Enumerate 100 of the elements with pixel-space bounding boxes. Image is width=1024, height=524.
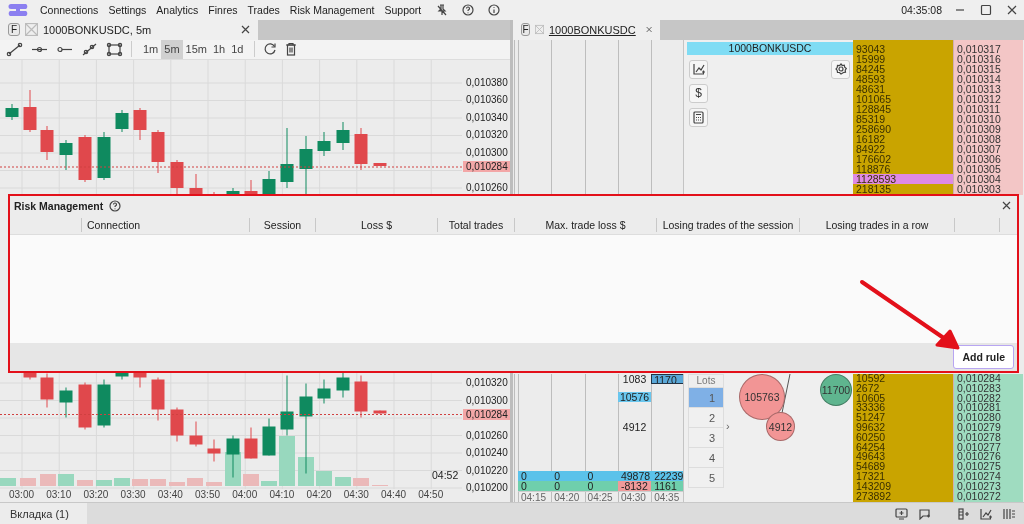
- volume-cell: 1128593: [853, 173, 953, 184]
- lots-title: Lots: [695, 375, 717, 388]
- column-header[interactable]: Max. trade loss $: [515, 217, 657, 232]
- volume-cell-text: 143209: [855, 481, 893, 492]
- price-cell-text: 0,010280: [956, 413, 1002, 424]
- help-icon[interactable]: [109, 199, 122, 212]
- volume-cell-text: 85319: [855, 113, 886, 124]
- close-icon[interactable]: [1006, 4, 1018, 16]
- flag-badge[interactable]: F: [521, 23, 530, 37]
- dialog-title: Risk Management: [14, 199, 104, 212]
- volume-cell-text: 10592: [855, 374, 887, 384]
- price-label: 0,010320: [466, 129, 508, 141]
- pin-icon[interactable]: [436, 4, 449, 16]
- timeframe-button[interactable]: 1m: [140, 39, 162, 59]
- column-header[interactable]: Losing trades in a row: [800, 217, 955, 232]
- column-header[interactable]: Connection: [82, 217, 250, 232]
- volume-bar: [206, 482, 222, 487]
- maximize-icon[interactable]: [980, 4, 992, 16]
- menu-item[interactable]: Settings: [103, 1, 152, 19]
- candle: [207, 439, 221, 463]
- settings-button[interactable]: [831, 59, 850, 79]
- add-chat-icon[interactable]: [918, 507, 931, 520]
- currency-button[interactable]: $: [689, 83, 708, 103]
- menu-item[interactable]: Trades: [242, 1, 285, 19]
- price-cell-text: 0,010275: [956, 462, 1002, 472]
- candle: [151, 129, 165, 174]
- flag-badge[interactable]: F: [8, 23, 20, 37]
- price-cell-text: 0,010309: [956, 123, 1002, 134]
- total-cell: 0: [551, 471, 585, 482]
- tab-label[interactable]: 1000BONKUSDC, 5m: [43, 23, 152, 36]
- trash-icon[interactable]: [285, 42, 298, 57]
- close-icon[interactable]: [241, 25, 250, 35]
- price-cell-text: 0,010305: [956, 163, 1002, 174]
- candle: [244, 427, 258, 460]
- price-cell-text: 0,010312: [956, 93, 1002, 104]
- time-label: 03:40: [157, 489, 183, 501]
- cluster-cell: 10576: [617, 392, 652, 403]
- total-cell: 49878: [617, 471, 652, 482]
- countdown-label: 04:52: [432, 469, 459, 482]
- timeframe-button[interactable]: 1d: [228, 39, 247, 59]
- menu-item[interactable]: Support: [379, 1, 427, 19]
- add-chart-button[interactable]: [689, 59, 708, 79]
- candle: [170, 407, 184, 443]
- add-rule-button[interactable]: Add rule: [953, 345, 1014, 369]
- candle: [151, 377, 165, 422]
- trend-line-icon[interactable]: [81, 41, 98, 57]
- chart-plus-icon[interactable]: [980, 507, 993, 520]
- column-header[interactable]: Session: [250, 217, 316, 232]
- candle: [170, 159, 184, 195]
- total-cell: 0: [518, 481, 552, 492]
- candle: [5, 103, 19, 121]
- timeframe-button[interactable]: 15m: [182, 39, 210, 59]
- candle: [133, 107, 147, 141]
- candle: [115, 109, 129, 133]
- rectangle-tool-icon[interactable]: [106, 41, 123, 57]
- price-cell-text: 0,010272: [956, 491, 1002, 502]
- workspace-tab[interactable]: Вкладка (1): [0, 503, 87, 524]
- last-price-label: 0,010284: [463, 160, 510, 172]
- settings-icon: [834, 63, 847, 76]
- time-label: 04:30: [343, 489, 369, 501]
- column-header[interactable]: Losing trades of the session: [657, 217, 800, 232]
- candle: [59, 387, 73, 419]
- menu-item[interactable]: Analytics: [151, 1, 204, 19]
- total-cell: -8132: [617, 481, 652, 492]
- volume-cell-text: 54689: [855, 462, 887, 472]
- price-cell-text: 0,010282: [956, 393, 1002, 404]
- candle: [40, 373, 54, 409]
- refresh-icon[interactable]: [263, 42, 278, 57]
- column-header[interactable]: Loss $: [316, 217, 438, 232]
- timeframe-button[interactable]: 1h: [209, 39, 229, 59]
- candle: [299, 135, 313, 195]
- price-cell-text: 0,010273: [956, 481, 1002, 492]
- column-header[interactable]: Total trades: [438, 217, 515, 232]
- menu-item[interactable]: Connections: [35, 1, 104, 19]
- expand-toggle[interactable]: ›: [726, 420, 730, 433]
- menu-item[interactable]: Finres: [203, 1, 243, 19]
- tab-label[interactable]: 1000BONKUSDC: [548, 23, 636, 36]
- candle: [336, 121, 350, 151]
- close-icon[interactable]: [1002, 201, 1011, 210]
- calculator-button[interactable]: [689, 107, 708, 127]
- tab[interactable]: F 1000BONKUSDC, 5m: [0, 19, 258, 40]
- time-label: 04:00: [232, 489, 258, 501]
- price-cell-text: 0,010303: [956, 183, 1002, 194]
- info-icon[interactable]: [488, 4, 501, 16]
- time-label: 03:30: [120, 489, 146, 501]
- price-cell-text: 0,010304: [956, 173, 1002, 184]
- help-icon[interactable]: [462, 4, 475, 16]
- time-label: 03:20: [83, 489, 109, 501]
- price-cell-text: 0,010274: [956, 472, 1002, 482]
- menu-item[interactable]: Risk Management: [284, 1, 380, 19]
- volume-cell-text: 48631: [855, 83, 887, 94]
- add-window-icon[interactable]: [895, 507, 908, 520]
- add-column-icon[interactable]: [957, 507, 970, 520]
- line-tool-icon[interactable]: [6, 41, 23, 57]
- volume-bar: [40, 474, 56, 487]
- bubble: 11700: [820, 374, 852, 407]
- total-cell: 1161: [651, 481, 685, 492]
- volume-cell-text: 10605: [855, 393, 887, 404]
- tab[interactable]: F 1000BONKUSDC: [513, 19, 660, 40]
- list-add-icon[interactable]: [1003, 507, 1016, 520]
